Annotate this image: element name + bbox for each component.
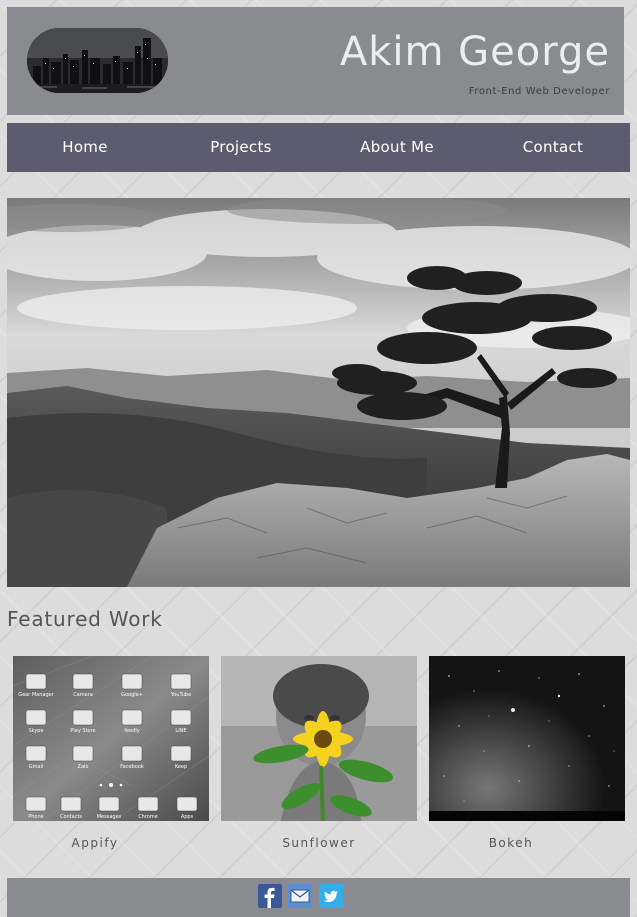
app-label-zalo: Zalo bbox=[78, 764, 89, 770]
site-footer bbox=[7, 878, 630, 917]
app-label-feedly: feedly bbox=[124, 728, 139, 734]
bokeh-label[interactable]: Bokeh bbox=[413, 836, 609, 850]
sunflower-thumbnail[interactable] bbox=[221, 656, 417, 821]
app-label-phone: Phone bbox=[28, 814, 44, 820]
hero-landscape-image bbox=[7, 198, 630, 587]
app-label-contacts: Contacts bbox=[60, 814, 82, 820]
app-label-camera: Camera bbox=[73, 692, 93, 698]
site-subtitle: Front-End Web Developer bbox=[468, 86, 610, 97]
app-label-gear-manager: Gear Manager bbox=[18, 692, 55, 698]
app-label-apps: Apps bbox=[181, 814, 194, 820]
app-label-skype: Skype bbox=[28, 728, 43, 734]
facebook-icon[interactable] bbox=[258, 884, 282, 908]
app-label-keep: Keep bbox=[175, 764, 187, 770]
main-nav: Home Projects About Me Contact bbox=[7, 123, 630, 172]
email-icon[interactable] bbox=[288, 884, 312, 908]
bokeh-thumbnail[interactable] bbox=[429, 656, 625, 821]
appify-thumbnail[interactable]: Gear Manager Camera Google+ YouTube Skyp… bbox=[13, 656, 209, 821]
nav-projects[interactable]: Projects bbox=[176, 123, 306, 172]
featured-work-heading: Featured Work bbox=[7, 607, 163, 631]
site-title: Akim George bbox=[339, 29, 610, 75]
city-skyline-logo[interactable] bbox=[27, 28, 168, 93]
app-label-messages: Messages bbox=[97, 814, 122, 820]
sunflower-label[interactable]: Sunflower bbox=[221, 836, 417, 850]
nav-home[interactable]: Home bbox=[20, 123, 150, 172]
appify-label[interactable]: Appify bbox=[0, 836, 193, 850]
site-header: Akim George Front-End Web Developer bbox=[7, 7, 624, 115]
app-label-google-plus: Google+ bbox=[121, 692, 143, 698]
app-label-youtube: YouTube bbox=[170, 692, 191, 698]
app-label-play-store: Play Store bbox=[70, 728, 95, 734]
nav-contact[interactable]: Contact bbox=[488, 123, 618, 172]
app-label-facebook: Facebook bbox=[120, 764, 144, 770]
twitter-icon[interactable] bbox=[319, 884, 343, 908]
app-label-chrome: Chrome bbox=[138, 814, 158, 820]
app-label-gmail: Gmail bbox=[29, 764, 44, 770]
nav-about-me[interactable]: About Me bbox=[332, 123, 462, 172]
app-label-line: LINE bbox=[175, 728, 186, 734]
